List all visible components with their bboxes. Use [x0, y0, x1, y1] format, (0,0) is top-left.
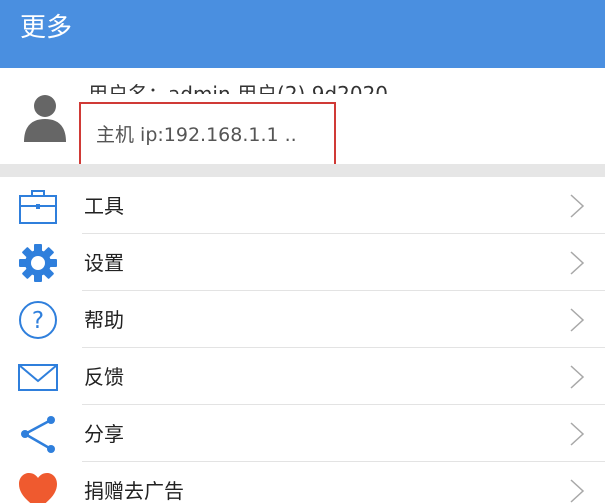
profile-card[interactable]: 用户名：admin 用户(2) 9d2020 主机 ip:192.168.1.1…: [0, 68, 605, 169]
menu-label-feedback: 反馈: [84, 365, 124, 389]
host-ip-text: 主机 ip:192.168.1.1 ..: [96, 124, 297, 146]
menu-label-tools: 工具: [84, 194, 124, 218]
menu-item-feedback[interactable]: 反馈: [0, 348, 605, 405]
menu-item-donate[interactable]: 捐赠去广告: [0, 462, 605, 503]
menu-item-help[interactable]: ? 帮助: [0, 291, 605, 348]
menu-label-help: 帮助: [84, 308, 124, 332]
menu-label-donate: 捐赠去广告: [84, 479, 184, 503]
app-header: 更多: [0, 0, 605, 68]
toolbox-icon: [19, 190, 57, 224]
menu-label-share: 分享: [84, 422, 124, 446]
user-info-text: 用户名：admin 用户(2) 9d2020: [88, 82, 389, 94]
chevron-right-icon: [570, 194, 585, 218]
chevron-right-icon: [570, 308, 585, 332]
menu-item-share[interactable]: 分享: [0, 405, 605, 462]
more-screen: 更多 用户名：admin 用户(2) 9d2020 主机 ip:192.168.…: [0, 0, 605, 503]
menu-item-settings[interactable]: 设置: [0, 234, 605, 291]
chevron-right-icon: [570, 479, 585, 503]
menu-list: 工具 设置 ? 帮助 反馈 分享 捐赠去广告: [0, 177, 605, 503]
share-icon: [21, 416, 55, 453]
question-circle-icon: ?: [19, 301, 57, 339]
chevron-right-icon: [570, 365, 585, 389]
envelope-icon: [18, 364, 58, 391]
svg-text:?: ?: [32, 308, 44, 334]
chevron-right-icon: [570, 251, 585, 275]
page-title: 更多: [20, 13, 73, 43]
section-divider: [0, 164, 605, 177]
host-ip-highlight: 主机 ip:192.168.1.1 ..: [79, 102, 336, 169]
chevron-right-icon: [570, 422, 585, 446]
heart-icon: [19, 473, 57, 503]
gear-icon: [19, 244, 57, 282]
menu-label-settings: 设置: [84, 251, 124, 275]
menu-item-tools[interactable]: 工具: [0, 177, 605, 234]
user-avatar-icon: [24, 95, 66, 142]
